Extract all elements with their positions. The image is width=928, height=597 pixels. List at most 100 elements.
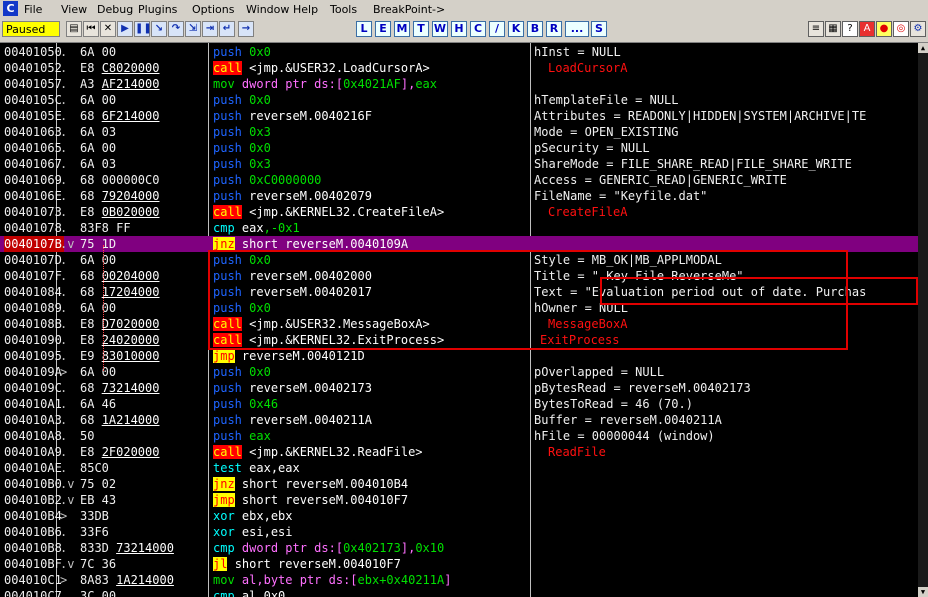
hex-opcode: 6A 00 xyxy=(80,45,117,59)
toolbar-button-b[interactable]: B xyxy=(527,21,543,37)
disasm-row[interactable]: 00401078. 83F8 FF cmp eax,-0x1 xyxy=(0,220,918,236)
trace-over-icon[interactable]: ⇥ xyxy=(202,21,218,37)
row-marker: . xyxy=(60,45,68,59)
disasm-row[interactable]: 004010B8. 833D 73214000 cmp dword ptr ds:[… xyxy=(0,540,918,556)
toolbar-button-h[interactable]: H xyxy=(451,21,467,37)
disasm-row[interactable]: 00401050. 6A 00 push 0x0 hInst = NULL xyxy=(0,44,918,60)
grid-icon[interactable]: ▦ xyxy=(825,21,841,37)
disasm-row[interactable]: 00401073. E8 0B020000 call <jmp.&KERNEL32.… xyxy=(0,204,918,220)
mnemonic: push xyxy=(213,429,242,443)
toolbar-button-ellipsis[interactable]: ... xyxy=(565,21,589,37)
row-address: 00401069 xyxy=(4,173,62,187)
disasm-row[interactable]: 004010B0 .v 75 02 jnz short reverseM.004010… xyxy=(0,476,918,492)
hex-opcode: 68 xyxy=(80,189,102,203)
disasm-row[interactable]: 00401067. 6A 03 push 0x3 ShareMode = FILE_S… xyxy=(0,156,918,172)
row-address: 004010B2 xyxy=(4,493,62,507)
hex-operand: 73214000 xyxy=(101,381,160,395)
disasm-row[interactable]: 004010B2 .v EB 43 jmp short reverseM.004010… xyxy=(0,492,918,508)
list-icon[interactable]: ≡ xyxy=(808,21,824,37)
row-comment: Mode = OPEN_EXISTING xyxy=(534,125,679,139)
record-icon[interactable]: ● xyxy=(876,21,892,37)
hex-opcode: 6A 00 xyxy=(80,301,117,315)
disasm-row[interactable]: 00401063. 6A 03 push 0x3 Mode = OPEN_EXISTI… xyxy=(0,124,918,140)
operand: 0x4021AF xyxy=(343,77,401,91)
toolbar-button-c[interactable]: C xyxy=(470,21,486,37)
disasm-row[interactable]: 00401095. E9 83010000 jmp reverseM.0040121… xyxy=(0,348,918,364)
operand: ], xyxy=(400,541,416,555)
menu-file[interactable]: File xyxy=(24,3,42,16)
scroll-down-icon[interactable]: ▼ xyxy=(918,587,928,597)
row-address: 00401067 xyxy=(4,157,62,171)
disasm-row[interactable]: 004010C1 >8A83 1A214000 mov al,byte ptr ds… xyxy=(0,572,918,588)
disasm-row[interactable]: 004010A9. E8 2F020000 call <jmp.&KERNEL32.… xyxy=(0,444,918,460)
toolbar-button-l[interactable]: L xyxy=(356,21,372,37)
mnemonic: call xyxy=(213,61,242,75)
app-icon[interactable]: C xyxy=(3,1,18,16)
disasm-row[interactable]: 004010B4 >33DB xor ebx,ebx xyxy=(0,508,918,524)
menu-help[interactable]: Help xyxy=(293,3,318,16)
pause-icon[interactable]: ❚❚ xyxy=(134,21,152,37)
disasm-row[interactable]: 004010A3. 68 1A214000 push reverseM.004021… xyxy=(0,412,918,428)
row-address: 00401089 xyxy=(4,301,62,315)
goto-icon[interactable]: → xyxy=(238,21,254,37)
row-disassembly: push 0x0 xyxy=(213,92,271,108)
a-icon[interactable]: A xyxy=(859,21,875,37)
row-hex-bytes: 68 6F214000 xyxy=(80,108,159,124)
disasm-row[interactable]: 004010A8. 50 push eax hFile = 00000044 (win… xyxy=(0,428,918,444)
menu-debug[interactable]: Debug xyxy=(97,3,133,16)
vertical-scrollbar[interactable]: ▲ ▼ xyxy=(918,43,928,597)
toolbar-button-r[interactable]: R xyxy=(546,21,562,37)
disasm-row[interactable]: 004010B6. 33F6 xor esi,esi xyxy=(0,524,918,540)
disasm-row[interactable]: 00401069. 68 000000C0 push 0xC0000000 Acces… xyxy=(0,172,918,188)
disasm-row[interactable]: 0040109C. 68 73214000 push reverseM.004021… xyxy=(0,380,918,396)
row-marker: . xyxy=(60,589,68,597)
target-icon[interactable]: ◎ xyxy=(893,21,909,37)
operand: reverseM.00402079 xyxy=(249,189,372,203)
menu-plugins[interactable]: Plugins xyxy=(138,3,177,16)
close-icon[interactable]: ✕ xyxy=(100,21,116,37)
disasm-row[interactable]: 004010BF .v 7C 36 jl short reverseM.004010F… xyxy=(0,556,918,572)
toolbar-button-k[interactable]: K xyxy=(508,21,524,37)
disasm-row[interactable]: 00401057. A3 AF214000 mov dword ptr ds:[0x… xyxy=(0,76,918,92)
disasm-row[interactable]: 0040105E. 68 6F214000 push reverseM.004021… xyxy=(0,108,918,124)
toolbar-button-e[interactable]: E xyxy=(375,21,391,37)
disassembly-pane[interactable]: 00401050. 6A 00 push 0x0 hInst = NULL 004010… xyxy=(0,43,928,597)
disasm-row[interactable]: 0040109A >6A 00 push 0x0 pOverlapped = NULL xyxy=(0,364,918,380)
menu-options[interactable]: Options xyxy=(192,3,234,16)
disasm-row[interactable]: 004010A1. 6A 46 push 0x46 BytesToRead = 46 … xyxy=(0,396,918,412)
hex-opcode: 68 xyxy=(80,381,102,395)
toolbar-button-w[interactable]: W xyxy=(432,21,448,37)
toolbar-button-slash[interactable]: / xyxy=(489,21,505,37)
execute-till-return-icon[interactable]: ↵ xyxy=(219,21,235,37)
menu-window[interactable]: Window xyxy=(246,3,289,16)
disasm-row[interactable]: 004010C7. 3C 00 cmp al,0x0 xyxy=(0,588,918,597)
run-icon[interactable]: ▶ xyxy=(117,21,133,37)
hex-operand: 00204000 xyxy=(101,269,160,283)
toolbar-button-m[interactable]: M xyxy=(394,21,410,37)
disasm-row[interactable]: 00401065. 6A 00 push 0x0 pSecurity = NULL xyxy=(0,140,918,156)
help-icon[interactable]: ? xyxy=(842,21,858,37)
row-disassembly: xor esi,esi xyxy=(213,524,293,540)
hex-opcode: 6A 03 xyxy=(80,157,117,171)
restart-icon[interactable]: ⏮ xyxy=(83,21,99,37)
row-address: 00401084 xyxy=(4,285,62,299)
menu-tools[interactable]: Tools xyxy=(330,3,357,16)
gear-icon[interactable]: ⚙ xyxy=(910,21,926,37)
step-over-icon[interactable]: ↷ xyxy=(168,21,184,37)
open-icon[interactable]: ▤ xyxy=(66,21,82,37)
toolbar-button-t[interactable]: T xyxy=(413,21,429,37)
disasm-row[interactable]: 004010AE. 85C0 test eax,eax xyxy=(0,460,918,476)
hex-opcode: 6A 46 xyxy=(80,397,117,411)
menu-view[interactable]: View xyxy=(61,3,87,16)
scroll-up-icon[interactable]: ▲ xyxy=(918,43,928,53)
disasm-row[interactable]: 00401052. E8 C8020000 call <jmp.&USER32.Lo… xyxy=(0,60,918,76)
row-address: 004010B4 xyxy=(4,509,62,523)
disasm-row[interactable]: 0040106E. 68 79204000 push reverseM.004020… xyxy=(0,188,918,204)
menu-breakpoint[interactable]: BreakPoint-> xyxy=(373,3,445,16)
operand: short reverseM.004010B4 xyxy=(241,477,409,491)
toolbar-button-s[interactable]: S xyxy=(591,21,607,37)
row-marker: . xyxy=(60,77,68,91)
disasm-row[interactable]: 0040105C. 6A 00 push 0x0 hTemplateFile = NU… xyxy=(0,92,918,108)
trace-into-icon[interactable]: ⇲ xyxy=(185,21,201,37)
step-into-icon[interactable]: ↘ xyxy=(151,21,167,37)
